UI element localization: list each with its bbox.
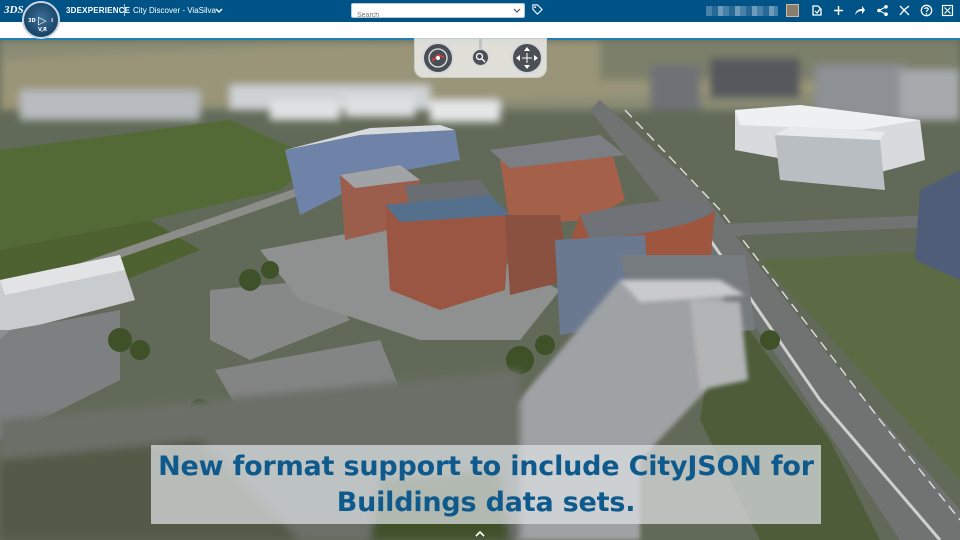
compass-play-icon[interactable]: ▷ (38, 14, 46, 27)
caption-banner: New format support to include CityJSON f… (151, 445, 821, 524)
compass-vr-label: V,R (38, 27, 47, 33)
chevron-down-icon[interactable] (215, 7, 223, 15)
brand-separator (124, 4, 125, 16)
notification-icon[interactable] (810, 4, 823, 17)
toolbar-area (0, 22, 960, 38)
caption-text: New format support to include CityJSON f… (158, 449, 814, 521)
app-window: 3DS 3DEXPERIENCE City Discover - ViaSilv… (0, 0, 960, 540)
add-icon[interactable] (832, 4, 845, 17)
ds-logo-icon[interactable]: 3DS (4, 4, 24, 18)
zoom-slider-track[interactable] (479, 39, 482, 49)
fullscreen-exit-icon[interactable] (941, 4, 954, 17)
tag-icon[interactable] (532, 4, 543, 15)
caption-line-2: Buildings data sets. (336, 486, 636, 518)
compass-icon[interactable]: 3D ▷ i V,R (22, 1, 60, 39)
zoom-icon[interactable] (472, 49, 489, 66)
search-input[interactable] (352, 9, 502, 22)
orbit-compass-icon[interactable] (422, 42, 454, 74)
help-icon[interactable] (920, 4, 933, 17)
search-box[interactable] (351, 3, 525, 22)
search-dropdown-icon[interactable] (513, 7, 521, 15)
network-icon[interactable] (876, 4, 889, 17)
caption-line-1: New format support to include CityJSON f… (158, 450, 814, 482)
user-name-blurred[interactable] (706, 6, 778, 16)
avatar[interactable] (786, 4, 799, 17)
brand-label: 3DEXPERIENCE (66, 6, 131, 15)
compass-3d-label: 3D (28, 18, 36, 24)
share-icon[interactable] (853, 4, 866, 17)
chevron-up-icon[interactable] (474, 528, 486, 540)
apps-icon[interactable] (898, 4, 911, 17)
app-title[interactable]: City Discover - ViaSilva (133, 6, 216, 15)
compass-info-label: i (51, 18, 53, 24)
top-bar: 3DS 3DEXPERIENCE City Discover - ViaSilv… (0, 0, 960, 22)
pan-control-icon[interactable] (511, 42, 543, 74)
navigation-widget (414, 38, 547, 78)
